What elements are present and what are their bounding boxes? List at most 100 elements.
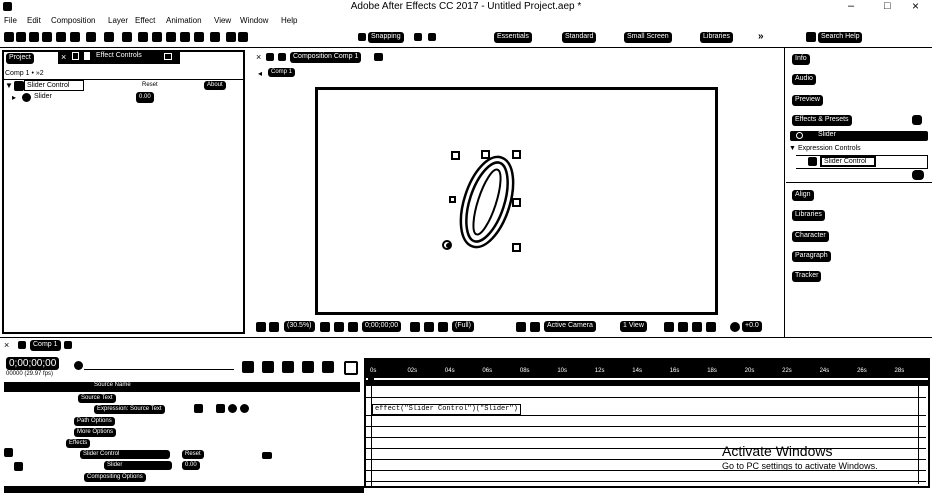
panel-audio[interactable]: Audio (792, 74, 816, 85)
panel-info[interactable]: Info (792, 54, 810, 65)
menu-effect[interactable]: Effect (135, 16, 155, 25)
new-effect-icon[interactable] (912, 170, 924, 180)
text-layer-glyph[interactable] (454, 152, 520, 252)
expression-enable-icon[interactable] (194, 404, 203, 413)
brush-tool-icon[interactable] (152, 32, 162, 42)
panel-character[interactable]: Character (792, 231, 829, 242)
always-preview-icon[interactable] (256, 322, 266, 332)
snapshot-icon[interactable] (410, 322, 420, 332)
region-icon[interactable] (348, 322, 358, 332)
row-source-text[interactable]: Source Text (78, 394, 116, 403)
effects-search-field[interactable] (790, 131, 928, 141)
puppet-overlap-icon[interactable] (226, 32, 236, 42)
camera-tool-icon[interactable] (70, 32, 80, 42)
reset-exposure-icon[interactable] (730, 322, 740, 332)
transform-handle-mr[interactable] (512, 198, 521, 207)
snapping-checkbox-icon[interactable] (358, 33, 366, 41)
timeline-tab[interactable]: Comp 1 (30, 340, 61, 351)
stopwatch-icon[interactable] (22, 93, 31, 102)
selection-tool-icon[interactable] (16, 32, 26, 42)
maximize-button[interactable]: □ (884, 0, 891, 12)
fx-icon[interactable] (14, 81, 24, 91)
safe-zones-icon[interactable] (320, 322, 330, 332)
row-slider[interactable]: Slider (104, 461, 172, 470)
menu-edit[interactable]: Edit (27, 16, 41, 25)
rotate-tool-icon[interactable] (56, 32, 66, 42)
timeline-close-icon[interactable]: × (4, 340, 9, 350)
panel-libraries[interactable]: Libraries (792, 210, 825, 221)
home-tool-icon[interactable] (4, 32, 14, 42)
flowchart-icon[interactable] (706, 322, 716, 332)
clone-tool-icon[interactable] (166, 32, 176, 42)
snapping-toggle[interactable]: Snapping (368, 32, 404, 43)
toggle-pixel-icon[interactable] (664, 322, 674, 332)
param-expand-icon[interactable]: ▸ (12, 93, 16, 102)
slider-control-fx-icon[interactable] (262, 452, 272, 459)
comp-subtab[interactable]: Comp 1 (268, 68, 296, 77)
timeline-menu-icon[interactable] (64, 341, 72, 349)
timeline-icon[interactable] (692, 322, 702, 332)
transform-handle-tr[interactable] (512, 150, 521, 159)
expression-text[interactable]: effect("Slider Control")("Slider") (372, 404, 521, 415)
row-more-options[interactable]: More Options (74, 428, 117, 437)
comp-close-icon[interactable]: × (256, 52, 261, 62)
menu-composition[interactable]: Composition (51, 16, 95, 25)
fast-previews-icon[interactable] (678, 322, 688, 332)
row-slider-control[interactable]: Slider Control (80, 450, 170, 459)
snap-features-icon[interactable] (428, 33, 436, 41)
comp-nav-arrow-icon[interactable]: ◂ (258, 69, 262, 78)
transform-handle-tc[interactable] (481, 150, 490, 159)
expression-pickwhip-icon[interactable] (228, 404, 237, 413)
menu-animation[interactable]: Animation (166, 16, 202, 25)
close-tab-icon[interactable]: × (61, 52, 66, 62)
shy-layers-icon[interactable] (282, 361, 294, 373)
mask-visibility-icon[interactable] (269, 322, 279, 332)
minimize-button[interactable]: – (848, 0, 854, 12)
work-area-bar[interactable] (366, 380, 928, 386)
close-button[interactable]: × (912, 0, 919, 13)
menu-help[interactable]: Help (281, 16, 297, 25)
row-expand-icon-1[interactable] (4, 448, 13, 457)
panel-effects-presets[interactable]: Effects & Presets (792, 115, 852, 126)
comp-panel-menu-icon[interactable] (374, 53, 383, 61)
effect-expand-icon[interactable]: ▼ (5, 81, 13, 90)
resolution-dropdown[interactable]: (Full) (452, 321, 474, 332)
comp-lock-icon[interactable] (266, 53, 274, 61)
search-icon[interactable] (806, 32, 816, 42)
transform-handle-tl[interactable] (451, 151, 460, 160)
show-snapshot-icon[interactable] (424, 322, 434, 332)
snap-edges-icon[interactable] (414, 33, 422, 41)
workspace-essentials[interactable]: Essentials (494, 32, 532, 43)
row-expression-source-text[interactable]: Expression: Source Text (94, 405, 165, 414)
camera-dropdown[interactable]: Active Camera (544, 321, 596, 332)
type-tool-icon[interactable] (138, 32, 148, 42)
grid-icon[interactable] (334, 322, 344, 332)
panel-tracker[interactable]: Tracker (792, 271, 822, 282)
roi-icon[interactable] (516, 322, 526, 332)
workspace-libraries[interactable]: Libraries (700, 32, 733, 43)
effect-name[interactable]: Slider Control (24, 80, 84, 91)
reset-link[interactable]: Reset (142, 82, 158, 88)
timeline-timecode[interactable]: 0;00;00;00 (6, 357, 60, 370)
zoom-tool-icon[interactable] (42, 32, 52, 42)
row-slider-control-reset[interactable]: Reset (182, 450, 204, 459)
effects-panel-menu-icon[interactable] (912, 115, 922, 125)
timeline-search-icon[interactable] (74, 361, 83, 370)
exposure-value[interactable]: +0.0 (742, 321, 762, 332)
menu-view[interactable]: View (214, 16, 231, 25)
workspace-small-screen[interactable]: Small Screen (624, 32, 672, 43)
rectangle-tool-icon[interactable] (104, 32, 114, 42)
panel-paragraph[interactable]: Paragraph (792, 251, 831, 262)
panel-preview[interactable]: Preview (792, 95, 823, 106)
slider-param-value[interactable]: 0.00 (136, 92, 154, 103)
panel-align[interactable]: Align (792, 190, 814, 201)
graph-editor-icon[interactable] (344, 361, 358, 375)
about-button[interactable]: About (204, 81, 226, 90)
expression-controls-folder[interactable]: Expression Controls (798, 145, 861, 152)
view-layout-dropdown[interactable]: 1 View (620, 321, 647, 332)
menu-window[interactable]: Window (240, 16, 268, 25)
tab-project[interactable]: Project (6, 53, 34, 64)
pen-tool-icon[interactable] (122, 32, 132, 42)
anchor-point-icon[interactable] (446, 243, 451, 248)
hand-tool-icon[interactable] (29, 32, 39, 42)
